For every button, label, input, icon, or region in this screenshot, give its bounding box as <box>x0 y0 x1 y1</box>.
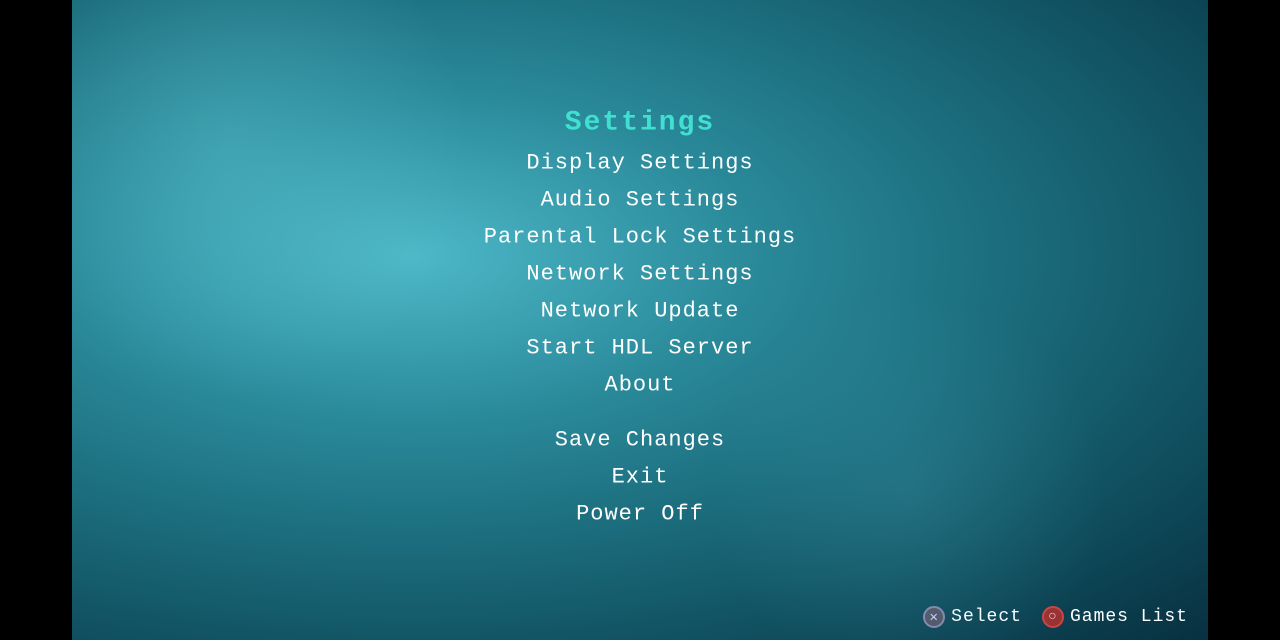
menu-item-start-hdl-server[interactable]: Start HDL Server <box>484 330 796 367</box>
menu-item-audio-settings[interactable]: Audio Settings <box>484 182 796 219</box>
bottom-bar: ✕ Select ○ Games List <box>923 606 1188 628</box>
menu-container: Settings Display SettingsAudio SettingsP… <box>484 108 796 533</box>
menu-items-main: Display SettingsAudio SettingsParental L… <box>484 145 796 404</box>
x-symbol: ✕ <box>929 609 938 626</box>
menu-item-power-off[interactable]: Power Off <box>555 496 725 533</box>
o-button-icon: ○ <box>1042 606 1064 628</box>
menu-item-exit[interactable]: Exit <box>555 459 725 496</box>
select-button[interactable]: ✕ Select <box>923 606 1022 628</box>
games-list-button[interactable]: ○ Games List <box>1042 606 1188 628</box>
menu-item-network-update[interactable]: Network Update <box>484 293 796 330</box>
games-list-label: Games List <box>1070 607 1188 627</box>
menu-item-network-settings[interactable]: Network Settings <box>484 256 796 293</box>
menu-item-parental-lock-settings[interactable]: Parental Lock Settings <box>484 219 796 256</box>
menu-item-display-settings[interactable]: Display Settings <box>484 145 796 182</box>
menu-items-actions: Save ChangesExitPower Off <box>555 422 725 533</box>
menu-item-save-changes[interactable]: Save Changes <box>555 422 725 459</box>
select-label: Select <box>951 607 1022 627</box>
main-screen: Settings Display SettingsAudio SettingsP… <box>72 0 1208 640</box>
menu-title: Settings <box>565 108 715 139</box>
o-symbol: ○ <box>1048 609 1057 625</box>
x-button-icon: ✕ <box>923 606 945 628</box>
menu-item-about[interactable]: About <box>484 367 796 404</box>
